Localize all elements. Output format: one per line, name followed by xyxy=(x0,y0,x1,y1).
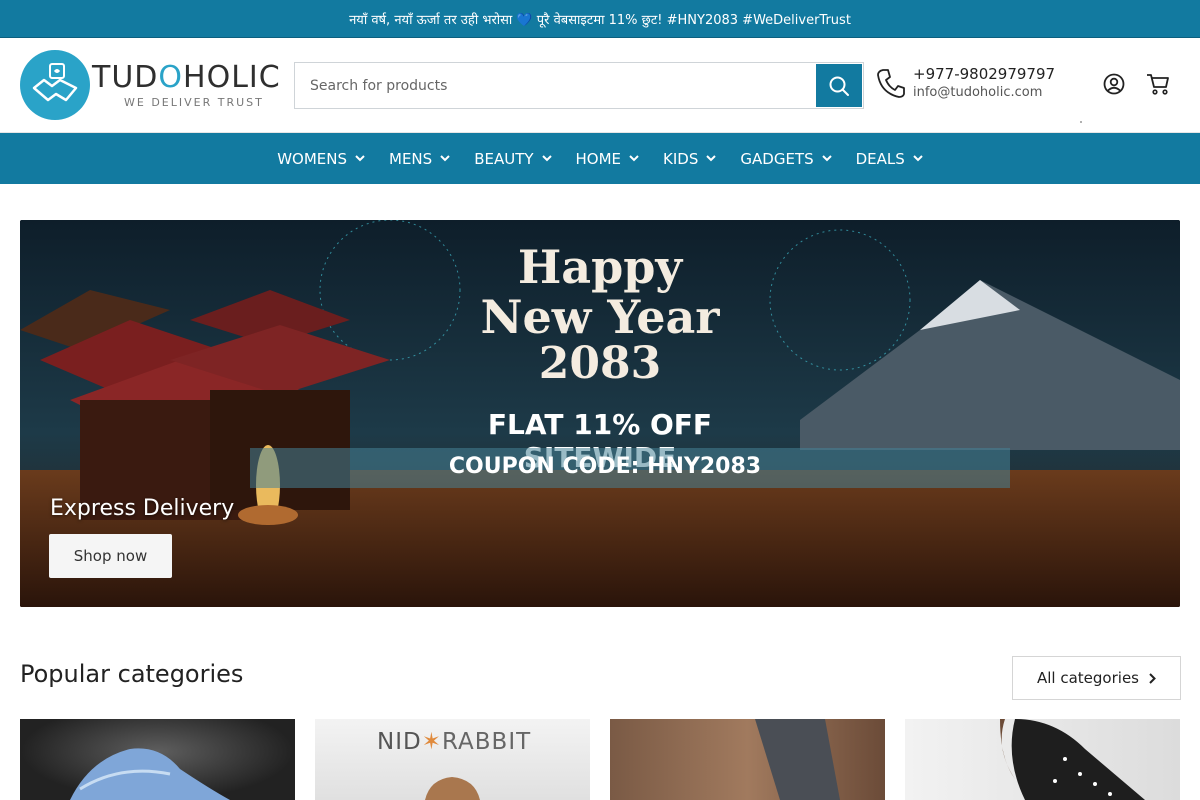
chevron-down-icon xyxy=(913,155,923,162)
logo-tagline: WE DELIVER TRUST xyxy=(124,95,264,109)
site-header: TUDOHOLIC WE DELIVER TRUST +977-98029797… xyxy=(0,38,1200,132)
cart-icon[interactable] xyxy=(1146,73,1170,95)
nav-item-deals[interactable]: DEALS xyxy=(856,150,923,168)
logo-emblem xyxy=(20,50,90,120)
woman-image xyxy=(1000,719,1145,800)
category-card-shoes[interactable] xyxy=(20,719,295,800)
chevron-down-icon xyxy=(541,155,552,162)
search-icon xyxy=(829,76,849,96)
categories-heading: Popular categories xyxy=(20,660,244,688)
chevron-down-icon xyxy=(629,155,639,162)
hero-title-line1: Happy xyxy=(517,240,683,294)
hero-subtitle: Express Delivery xyxy=(50,496,235,521)
phone-icon xyxy=(877,69,905,98)
jeans-image xyxy=(755,719,840,800)
main-nav: WOMENS MENS BEAUTY HOME KIDS GADGETS DEA… xyxy=(0,132,1200,184)
chevron-down-icon xyxy=(440,155,450,162)
nav-item-beauty[interactable]: BEAUTY xyxy=(474,150,552,168)
hero-coupon: COUPON CODE: HNY2083 xyxy=(448,454,762,479)
contact-info: +977-9802979797 info@tudoholic.com xyxy=(877,64,1055,102)
search-input[interactable] xyxy=(295,63,816,108)
contact-email[interactable]: info@tudoholic.com xyxy=(913,84,1055,102)
nav-item-womens[interactable]: WOMENS xyxy=(277,150,365,168)
category-card-accessories[interactable]: NID✶RABBIT xyxy=(315,719,590,800)
handshake-icon xyxy=(32,63,78,102)
search-button[interactable] xyxy=(816,64,862,107)
category-card-womens[interactable] xyxy=(905,719,1180,800)
separator-dot xyxy=(1080,121,1082,123)
all-categories-button[interactable]: All categories xyxy=(1012,656,1181,700)
chevron-down-icon xyxy=(821,155,832,162)
shop-now-button[interactable]: Shop now xyxy=(49,534,172,578)
category-card-mens[interactable] xyxy=(610,719,885,800)
nav-item-mens[interactable]: MENS xyxy=(389,150,450,168)
logo-wordmark: TUDOHOLIC xyxy=(92,59,281,95)
nav-item-kids[interactable]: KIDS xyxy=(663,150,717,168)
chevron-right-icon xyxy=(1149,672,1156,684)
search-bar xyxy=(294,62,864,109)
hero-title-line2: New Year xyxy=(480,290,720,344)
nav-item-home[interactable]: HOME xyxy=(576,150,640,168)
site-logo[interactable]: TUDOHOLIC WE DELIVER TRUST xyxy=(20,49,280,121)
nav-item-gadgets[interactable]: GADGETS xyxy=(740,150,832,168)
account-icon[interactable] xyxy=(1103,73,1125,95)
hero-banner[interactable]: Happy New Year 2083 FLAT 11% OFF SITEWID… xyxy=(20,220,1180,607)
hero-title-line3: 2083 xyxy=(538,338,662,389)
contact-phone[interactable]: +977-9802979797 xyxy=(913,64,1055,84)
shoe-image xyxy=(70,748,230,800)
chevron-down-icon xyxy=(355,155,365,162)
announcement-bar: नयाँ वर्ष, नयाँ ऊर्जा तर उही भरोसा 💙 पूर… xyxy=(0,0,1200,38)
knit-cap-image xyxy=(425,777,480,800)
announcement-text: नयाँ वर्ष, नयाँ ऊर्जा तर उही भरोसा 💙 पूर… xyxy=(349,12,851,28)
chevron-down-icon xyxy=(706,155,717,162)
